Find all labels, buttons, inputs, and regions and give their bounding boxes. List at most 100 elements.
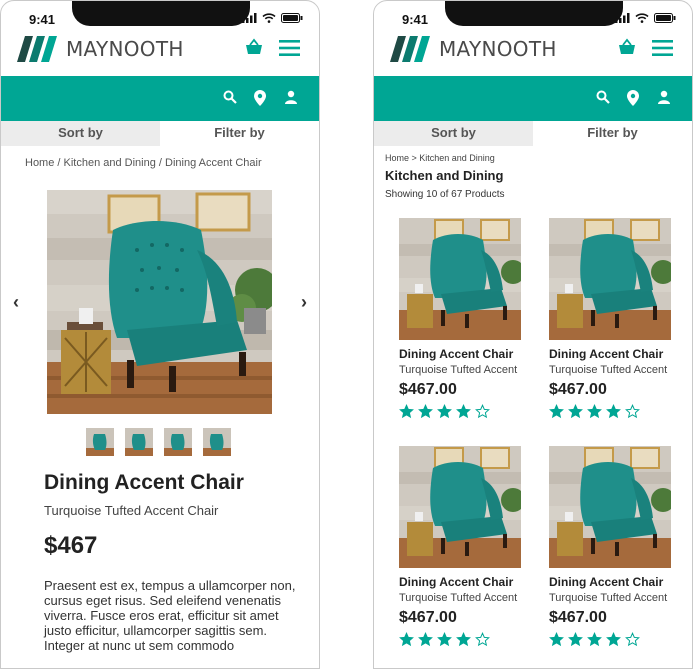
star-icon — [437, 404, 452, 419]
star-icon — [399, 404, 414, 419]
star-icon — [437, 632, 452, 647]
product-price: $467.00 — [399, 609, 457, 626]
star-icon — [399, 632, 414, 647]
brand-logo[interactable]: MAYNOOTH — [390, 34, 557, 64]
star-rating — [399, 404, 490, 419]
battery-icon — [281, 13, 303, 23]
device-notch — [445, 1, 623, 26]
product-title: Dining Accent Chair — [44, 471, 244, 494]
star-icon — [606, 404, 621, 419]
star-rating — [549, 632, 640, 647]
product-price: $467.00 — [399, 381, 457, 398]
product-card[interactable]: Dining Accent Chair Turquoise Tufted Acce… — [374, 446, 521, 652]
star-icon — [475, 404, 490, 419]
device-notch — [72, 1, 250, 26]
product-name[interactable]: Dining Accent Chair — [549, 575, 663, 589]
user-icon[interactable] — [285, 90, 297, 104]
thumbnail[interactable] — [125, 428, 153, 456]
logo-mark-icon — [390, 36, 430, 62]
product-image[interactable] — [399, 446, 521, 568]
product-image[interactable] — [549, 218, 671, 340]
product-card[interactable]: Dining Accent Chair Turquoise Tufted Acce… — [374, 218, 521, 424]
star-rating — [549, 404, 640, 419]
hamburger-icon[interactable] — [652, 40, 673, 56]
brand-name: MAYNOOTH — [439, 37, 557, 61]
star-rating — [399, 632, 490, 647]
product-name[interactable]: Dining Accent Chair — [399, 347, 513, 361]
location-icon[interactable] — [627, 90, 639, 106]
star-icon — [568, 632, 583, 647]
status-bar: 9:41 — [374, 1, 692, 29]
star-icon — [568, 404, 583, 419]
basket-icon[interactable] — [618, 38, 636, 56]
thumbnail[interactable] — [86, 428, 114, 456]
product-description: Praesent est ex, tempus a ullamcorper no… — [44, 578, 296, 653]
results-count: Showing 10 of 67 Products — [385, 189, 505, 200]
thumbnail-strip — [86, 428, 231, 456]
location-icon[interactable] — [254, 90, 266, 106]
product-card[interactable]: Dining Accent Chair Turquoise Tufted Acce… — [524, 218, 671, 424]
filter-by-button[interactable]: Filter by — [533, 121, 692, 146]
wifi-icon — [262, 13, 276, 23]
product-subtitle: Turquoise Tufted Accent — [399, 364, 518, 376]
product-name[interactable]: Dining Accent Chair — [399, 575, 513, 589]
star-icon — [549, 404, 564, 419]
wifi-icon — [635, 13, 649, 23]
product-subtitle: Turquoise Tufted Accent — [399, 592, 518, 604]
action-bar — [1, 76, 319, 121]
product-listing-screen: 9:41 MAYNOOTH Sort by Filter by Home > K… — [373, 0, 693, 669]
product-price: $467.00 — [549, 609, 607, 626]
signal-icon — [615, 13, 630, 23]
logo-mark-icon — [17, 36, 57, 62]
sort-by-button[interactable]: Sort by — [1, 121, 160, 146]
status-time: 9:41 — [402, 12, 429, 27]
product-subtitle: Turquoise Tufted Accent — [549, 364, 668, 376]
action-bar — [374, 76, 692, 121]
star-icon — [606, 632, 621, 647]
filter-by-button[interactable]: Filter by — [160, 121, 319, 146]
basket-icon[interactable] — [245, 38, 263, 56]
product-detail-screen: 9:41 MAYNOOTH Sort by Filter by Home / K… — [0, 0, 320, 669]
product-card[interactable]: Dining Accent Chair Turquoise Tufted Acce… — [524, 446, 671, 652]
breadcrumb[interactable]: Home > Kitchen and Dining — [385, 153, 495, 163]
star-icon — [587, 404, 602, 419]
star-icon — [418, 632, 433, 647]
product-price: $467 — [44, 532, 98, 559]
hamburger-icon[interactable] — [279, 40, 300, 56]
star-icon — [475, 632, 490, 647]
product-price: $467.00 — [549, 381, 607, 398]
chevron-right-icon[interactable]: › — [301, 292, 307, 313]
search-icon[interactable] — [596, 90, 610, 104]
brand-header: MAYNOOTH — [374, 29, 692, 76]
product-image[interactable] — [399, 218, 521, 340]
status-bar: 9:41 — [1, 1, 319, 29]
category-title: Kitchen and Dining — [385, 168, 504, 183]
brand-name: MAYNOOTH — [66, 37, 184, 61]
star-icon — [456, 404, 471, 419]
chevron-left-icon[interactable]: ‹ — [13, 292, 19, 313]
status-time: 9:41 — [29, 12, 56, 27]
product-image[interactable] — [549, 446, 671, 568]
product-name[interactable]: Dining Accent Chair — [549, 347, 663, 361]
brand-logo[interactable]: MAYNOOTH — [17, 34, 184, 64]
star-icon — [625, 632, 640, 647]
status-icons — [615, 13, 676, 23]
user-icon[interactable] — [658, 90, 670, 104]
sort-by-button[interactable]: Sort by — [374, 121, 533, 146]
thumbnail[interactable] — [203, 428, 231, 456]
star-icon — [456, 632, 471, 647]
star-icon — [587, 632, 602, 647]
battery-icon — [654, 13, 676, 23]
sort-filter-bar: Sort by Filter by — [1, 121, 319, 146]
star-icon — [418, 404, 433, 419]
star-icon — [625, 404, 640, 419]
star-icon — [549, 632, 564, 647]
status-icons — [242, 13, 303, 23]
sort-filter-bar: Sort by Filter by — [374, 121, 692, 146]
signal-icon — [242, 13, 257, 23]
brand-header: MAYNOOTH — [1, 29, 319, 76]
product-hero-image — [47, 190, 272, 414]
search-icon[interactable] — [223, 90, 237, 104]
thumbnail[interactable] — [164, 428, 192, 456]
breadcrumb[interactable]: Home / Kitchen and Dining / Dining Accen… — [25, 157, 262, 169]
